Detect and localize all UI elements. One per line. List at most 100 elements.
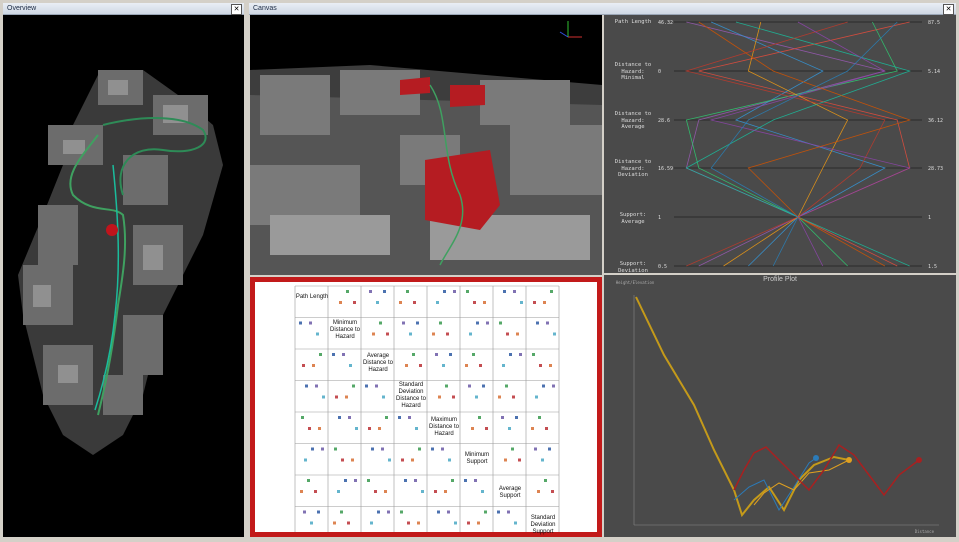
matrix-point-3-5-1 bbox=[475, 395, 478, 399]
matrix-point-0-4-2 bbox=[443, 290, 446, 293]
matrix-point-2-3-1 bbox=[412, 353, 415, 356]
matrix-point-3-7-1 bbox=[535, 395, 538, 399]
matrix-point-0-1-0 bbox=[339, 301, 342, 304]
matrix-label-2: Average Distance to Hazard bbox=[362, 353, 393, 373]
matrix-point-7-3-1 bbox=[400, 510, 403, 514]
matrix-label-3: Standard Deviation Distance to Hazard bbox=[395, 382, 426, 409]
matrix-point-6-7-2 bbox=[551, 490, 554, 493]
overview-terrain-map bbox=[18, 70, 223, 455]
matrix-point-3-1-2 bbox=[335, 395, 338, 399]
matrix-point-0-3-1 bbox=[406, 290, 409, 293]
matrix-point-6-3-2 bbox=[404, 479, 407, 482]
canvas-close-button[interactable]: ✕ bbox=[943, 4, 954, 15]
matrix-point-6-4-2 bbox=[434, 490, 437, 493]
matrix-point-7-3-0 bbox=[417, 521, 420, 525]
matrix-point-6-3-1 bbox=[421, 490, 424, 493]
matrix-point-7-2-0 bbox=[387, 510, 390, 514]
matrix-point-5-7-1 bbox=[541, 458, 544, 462]
matrix-point-1-6-2 bbox=[506, 332, 509, 336]
parallel-axis-label-5: Support: Deviation bbox=[618, 261, 648, 274]
matrix-point-5-2-1 bbox=[388, 458, 391, 462]
matrix-point-0-2-2 bbox=[383, 290, 386, 293]
matrix-point-6-2-2 bbox=[374, 490, 377, 493]
parallel-coordinates-panel[interactable]: 46.32 87.5 0 5.14 28.6 36.12 16.59 28.73 1 1 0.5 1.… bbox=[604, 15, 956, 274]
overview-title: Overview bbox=[7, 5, 37, 12]
matrix-point-2-6-1 bbox=[502, 364, 505, 367]
matrix-point-6-0-0 bbox=[300, 490, 303, 493]
matrix-point-4-1-2 bbox=[338, 416, 341, 419]
matrix-point-1-5-1 bbox=[469, 332, 472, 336]
matrix-point-7-6-2 bbox=[497, 510, 500, 514]
matrix-point-1-0-1 bbox=[316, 332, 319, 336]
matrix-point-3-2-1 bbox=[382, 395, 385, 399]
matrix-point-5-7-2 bbox=[548, 447, 551, 451]
matrix-point-1-6-1 bbox=[499, 321, 502, 325]
matrix-point-4-3-1 bbox=[415, 427, 418, 430]
matrix-point-6-5-0 bbox=[474, 479, 477, 482]
matrix-point-1-4-2 bbox=[446, 332, 449, 336]
matrix-point-7-4-1 bbox=[454, 521, 457, 525]
parallel-polyline-5 bbox=[685, 21, 911, 267]
matrix-point-3-0-2 bbox=[305, 384, 308, 388]
matrix-label-4: Maximum Distance to Hazard bbox=[428, 417, 459, 437]
matrix-point-6-7-1 bbox=[544, 479, 547, 482]
matrix-point-5-3-0 bbox=[411, 458, 414, 462]
matrix-point-3-6-1 bbox=[505, 384, 508, 388]
matrix-point-1-2-0 bbox=[372, 332, 375, 336]
matrix-point-7-5-2 bbox=[467, 521, 470, 525]
matrix-point-1-6-0 bbox=[516, 332, 519, 336]
matrix-point-5-4-2 bbox=[431, 447, 434, 451]
terrain-3d-view[interactable] bbox=[250, 15, 602, 275]
matrix-point-4-3-0 bbox=[408, 416, 411, 419]
matrix-point-5-2-2 bbox=[371, 447, 374, 451]
matrix-point-3-6-2 bbox=[512, 395, 515, 399]
matrix-point-1-4-0 bbox=[432, 332, 435, 336]
matrix-point-4-2-0 bbox=[378, 427, 381, 430]
matrix-point-4-2-2 bbox=[368, 427, 371, 430]
matrix-point-0-2-1 bbox=[376, 301, 379, 304]
profile-endpoint-2 bbox=[916, 457, 922, 463]
parallel-axis-max-2: 36.12 bbox=[928, 118, 943, 124]
matrix-point-2-3-0 bbox=[405, 364, 408, 367]
matrix-point-5-3-2 bbox=[401, 458, 404, 462]
matrix-point-7-5-0 bbox=[477, 521, 480, 525]
matrix-point-3-4-1 bbox=[445, 384, 448, 388]
matrix-point-4-6-0 bbox=[501, 416, 504, 419]
overview-close-button[interactable]: ✕ bbox=[231, 4, 242, 15]
matrix-point-0-4-0 bbox=[453, 290, 456, 293]
matrix-point-1-7-0 bbox=[546, 321, 549, 325]
matrix-point-3-4-0 bbox=[438, 395, 441, 399]
parallel-axis-max-4: 1 bbox=[928, 215, 931, 221]
matrix-point-3-7-2 bbox=[542, 384, 545, 388]
matrix-point-7-4-0 bbox=[447, 510, 450, 514]
matrix-point-4-0-2 bbox=[308, 427, 311, 430]
overview-viewport[interactable] bbox=[3, 15, 244, 537]
matrix-label-1: Minimum Distance to Hazard bbox=[329, 320, 360, 340]
matrix-point-5-3-1 bbox=[418, 447, 421, 451]
scatterplot-matrix: Path Length Minimum Distance to Hazard A… bbox=[255, 282, 597, 539]
matrix-point-2-1-2 bbox=[332, 353, 335, 356]
matrix-point-2-3-2 bbox=[419, 364, 422, 367]
matrix-point-2-7-2 bbox=[539, 364, 542, 367]
parallel-axis-label-0: Path Length bbox=[614, 19, 652, 25]
matrix-point-5-1-0 bbox=[351, 458, 354, 462]
profile-endpoint-1 bbox=[846, 457, 852, 463]
scatterplot-matrix-frame[interactable]: Path Length Minimum Distance to Hazard A… bbox=[250, 277, 602, 539]
profile-plot-chart: DistanceHeight/Elevation bbox=[616, 280, 939, 534]
profile-x-label: Distance bbox=[915, 529, 935, 534]
matrix-point-3-5-0 bbox=[468, 384, 471, 388]
matrix-point-1-0-2 bbox=[299, 321, 302, 325]
canvas-titlebar[interactable]: Canvas ✕ bbox=[249, 3, 956, 15]
matrix-point-4-6-2 bbox=[515, 416, 518, 419]
parallel-axis-label-1: Distance to Hazard: Minimal bbox=[614, 62, 652, 81]
matrix-point-6-5-1 bbox=[481, 490, 484, 493]
profile-plot-panel[interactable]: Profile Plot Distance Height/Elevation bbox=[604, 275, 956, 537]
terrain-3d-render bbox=[250, 15, 602, 275]
matrix-point-3-2-0 bbox=[375, 384, 378, 388]
matrix-point-5-7-0 bbox=[534, 447, 537, 451]
matrix-point-0-1-1 bbox=[346, 290, 349, 293]
matrix-point-0-7-2 bbox=[533, 301, 536, 304]
overview-titlebar[interactable]: Overview ✕ bbox=[3, 3, 244, 15]
matrix-point-2-1-0 bbox=[342, 353, 345, 356]
matrix-point-2-6-2 bbox=[509, 353, 512, 356]
